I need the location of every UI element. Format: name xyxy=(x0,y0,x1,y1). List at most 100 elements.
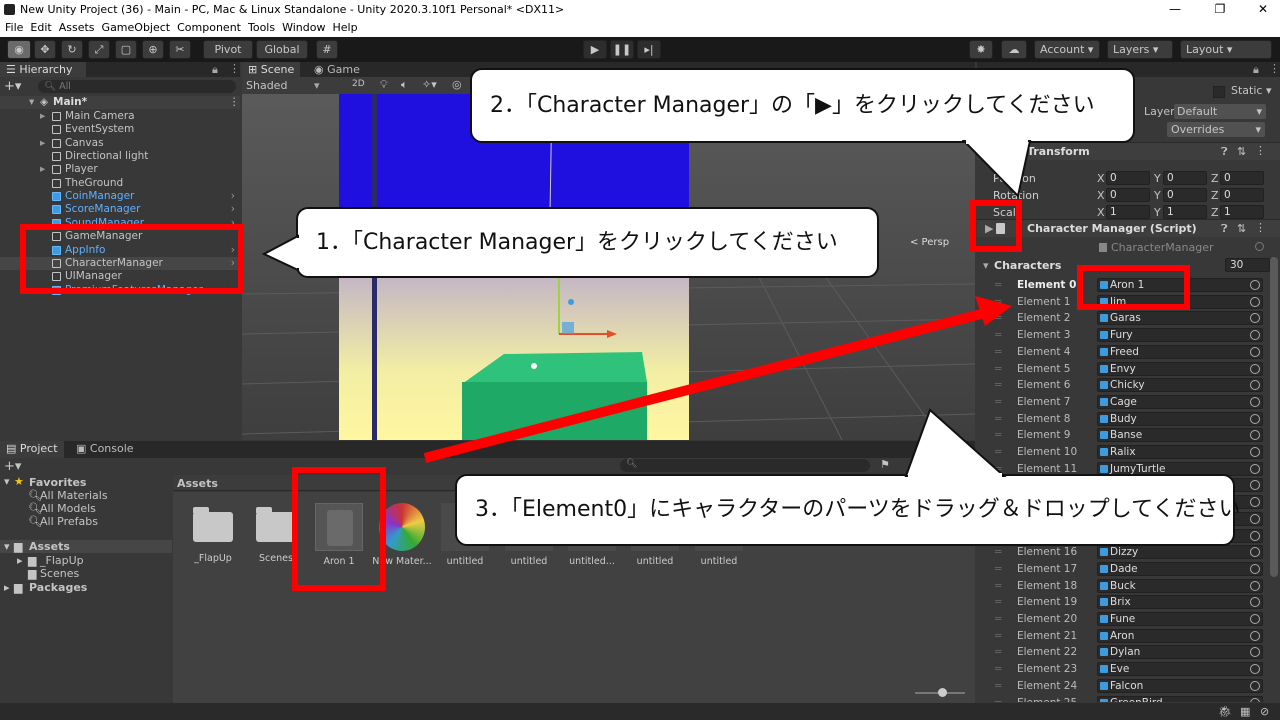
object-picker-icon[interactable] xyxy=(1250,580,1260,591)
drag-handle-icon[interactable]: ═ xyxy=(995,327,1001,343)
drag-handle-icon[interactable]: ═ xyxy=(995,678,1001,694)
fav-all-prefabs[interactable]: All Prefabs xyxy=(40,515,98,528)
hierarchy-item[interactable]: EventSystem xyxy=(0,123,240,136)
create-asset-button[interactable]: +▾ xyxy=(4,459,21,474)
shading-mode-dropdown[interactable]: Shaded xyxy=(246,79,287,92)
effects-icon[interactable]: ✧▾ xyxy=(422,78,437,91)
chevron-down-icon[interactable]: ▾ xyxy=(4,475,10,488)
step-button[interactable]: ▸| xyxy=(637,40,661,59)
axis-label[interactable]: X xyxy=(1097,206,1105,219)
tab-scene[interactable]: ⊞ Scene xyxy=(242,62,301,77)
drag-handle-icon[interactable]: ═ xyxy=(995,611,1001,627)
account-dropdown[interactable]: Account ▾ xyxy=(1034,40,1100,59)
element-object-field[interactable]: Fune xyxy=(1097,612,1263,626)
transform-value-input[interactable]: 0 xyxy=(1106,171,1150,185)
object-picker-icon[interactable] xyxy=(1250,547,1260,558)
menu-gameobject[interactable]: GameObject xyxy=(102,20,171,36)
tab-game[interactable]: ◉ Game xyxy=(308,62,366,77)
drag-handle-icon[interactable]: ═ xyxy=(995,377,1001,393)
hidden-objects-icon[interactable]: ◎ xyxy=(452,78,462,91)
pause-button[interactable]: ❚❚ xyxy=(610,40,634,59)
object-picker-icon[interactable] xyxy=(1250,280,1260,290)
play-button[interactable]: ▶ xyxy=(583,40,607,59)
hierarchy-item[interactable]: ScoreManager › xyxy=(0,203,240,216)
component-menu-icon[interactable]: ⋮ xyxy=(1255,221,1266,234)
global-button[interactable]: Global xyxy=(256,40,308,59)
characters-size-input[interactable]: 30 xyxy=(1225,258,1270,272)
element-object-field[interactable]: Banse xyxy=(1097,428,1263,443)
static-checkbox[interactable] xyxy=(1213,86,1225,98)
rect-tool-icon[interactable]: ▢ xyxy=(115,40,137,59)
element-object-field[interactable]: Chicky xyxy=(1097,378,1263,393)
axis-label[interactable]: Y xyxy=(1154,206,1161,219)
transform-tool-icon[interactable]: ⊕ xyxy=(142,40,164,59)
preset-icon[interactable]: ⇅ xyxy=(1237,145,1246,158)
fav-all-materials[interactable]: All Materials xyxy=(40,489,108,502)
chevron-right-icon[interactable]: ▸ xyxy=(40,163,45,176)
axis-label[interactable]: X xyxy=(1097,189,1105,202)
drag-handle-icon[interactable]: ═ xyxy=(995,561,1001,577)
inspector-scrollbar[interactable] xyxy=(1270,257,1278,577)
transform-value-input[interactable]: 1 xyxy=(1163,205,1207,219)
drag-handle-icon[interactable]: ═ xyxy=(995,695,1001,703)
drag-handle-icon[interactable]: ═ xyxy=(995,310,1001,326)
gizmo-plane-handle[interactable] xyxy=(562,322,574,334)
static-toggle[interactable]: Static ▾ xyxy=(1231,84,1271,97)
object-picker-icon[interactable] xyxy=(1250,513,1260,524)
overrides-dropdown[interactable]: Overrides ▾ xyxy=(1167,122,1265,137)
add-object-button[interactable]: +▾ xyxy=(4,79,21,94)
chevron-right-icon[interactable]: › xyxy=(231,190,235,203)
folder-flapup[interactable]: _FlapUp xyxy=(40,554,84,567)
object-picker-icon[interactable] xyxy=(1250,647,1260,658)
menu-window[interactable]: Window xyxy=(282,20,325,36)
menu-file[interactable]: File xyxy=(5,20,23,36)
auto-refresh-icon[interactable]: ⊘ xyxy=(1260,705,1269,718)
object-picker-icon[interactable] xyxy=(1250,296,1260,307)
chevron-down-icon[interactable]: ▾ xyxy=(983,259,989,272)
drag-handle-icon[interactable]: ═ xyxy=(995,294,1001,310)
perspective-label[interactable]: < Persp xyxy=(910,237,949,248)
object-picker-icon[interactable] xyxy=(1250,413,1260,424)
lock-icon[interactable]: 🔒︎ xyxy=(1253,63,1259,77)
object-picker-icon[interactable] xyxy=(1250,664,1260,675)
layers-dropdown[interactable]: Layers ▾ xyxy=(1107,40,1173,59)
element-object-field[interactable]: Fury xyxy=(1097,328,1263,343)
tab-console[interactable]: ▣ Console xyxy=(70,441,140,458)
element-object-field[interactable]: Eve xyxy=(1097,662,1263,677)
assets-folder-row[interactable]: ▾ ▆ Assets xyxy=(0,540,172,553)
element-object-field[interactable]: Cage xyxy=(1097,394,1263,409)
filter-icon[interactable]: ⚑ xyxy=(880,458,890,471)
axis-label[interactable]: Z xyxy=(1211,206,1219,219)
drag-handle-icon[interactable]: ═ xyxy=(995,544,1001,560)
hierarchy-item[interactable]: ▸ Canvas xyxy=(0,137,240,150)
object-picker-icon[interactable] xyxy=(1250,313,1260,324)
asset-flapup-folder[interactable]: _FlapUp xyxy=(178,499,248,564)
object-picker-icon[interactable] xyxy=(1250,697,1260,702)
drag-handle-icon[interactable]: ═ xyxy=(995,661,1001,677)
object-picker-icon[interactable] xyxy=(1250,430,1260,441)
preset-icon[interactable]: ⇅ xyxy=(1237,222,1246,235)
axis-label[interactable]: X xyxy=(1097,172,1105,185)
hierarchy-item[interactable]: ▸ Player xyxy=(0,163,240,176)
hierarchy-item[interactable]: ▸ Main Camera xyxy=(0,110,240,123)
drag-handle-icon[interactable]: ═ xyxy=(995,644,1001,660)
fav-all-models[interactable]: All Models xyxy=(40,502,96,515)
2d-toggle[interactable]: 2D xyxy=(352,79,365,89)
drag-handle-icon[interactable]: ═ xyxy=(995,594,1001,610)
transform-value-input[interactable]: 0 xyxy=(1220,188,1264,202)
object-picker-icon[interactable] xyxy=(1250,463,1260,474)
hierarchy-item[interactable]: CoinManager › xyxy=(0,190,240,203)
drag-handle-icon[interactable]: ═ xyxy=(995,361,1001,377)
folder-scenes[interactable]: Scenes xyxy=(40,567,79,580)
progress-icon[interactable]: ▦ xyxy=(1240,705,1250,718)
panel-menu-icon[interactable]: ⋮ xyxy=(229,62,240,75)
axis-label[interactable]: Y xyxy=(1154,189,1161,202)
hierarchy-search-input[interactable]: 🔍︎ All xyxy=(38,80,236,93)
transform-value-input[interactable]: 0 xyxy=(1163,171,1207,185)
panel-menu-icon[interactable]: ⋮ xyxy=(1269,62,1280,75)
custom-tool-icon[interactable]: ✂ xyxy=(169,40,191,59)
menu-component[interactable]: Component xyxy=(177,20,241,36)
object-picker-icon[interactable] xyxy=(1250,380,1260,391)
layout-dropdown[interactable]: Layout ▾ xyxy=(1180,40,1272,59)
axis-label[interactable]: Z xyxy=(1211,189,1219,202)
